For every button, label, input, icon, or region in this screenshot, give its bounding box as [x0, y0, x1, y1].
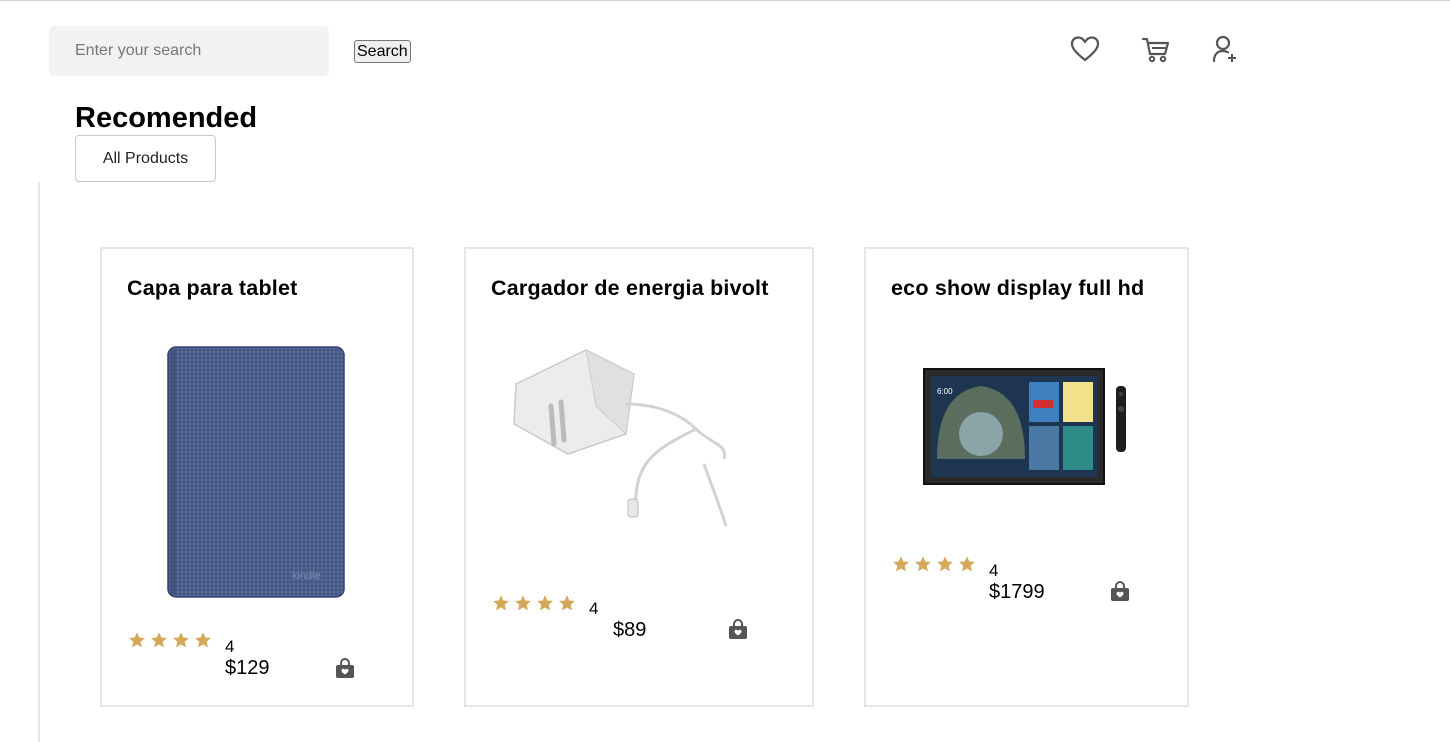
search-input[interactable]	[49, 26, 329, 76]
product-image-smart-display[interactable]: 6:00	[921, 364, 1146, 494]
product-card[interactable]: eco show display full hd 6:00 4 $1799	[864, 247, 1189, 707]
shopping-bag-icon[interactable]	[334, 657, 356, 679]
rating-stars	[128, 631, 212, 653]
star-icon	[937, 556, 953, 572]
star-icon	[129, 632, 145, 648]
rating-stars	[892, 555, 976, 577]
product-title[interactable]: eco show display full hd	[891, 276, 1144, 301]
heart-icon[interactable]	[1069, 33, 1101, 65]
svg-text:kindle: kindle	[292, 570, 321, 582]
product-card[interactable]: Capa para tablet kindle 4 $129	[100, 247, 414, 707]
product-title[interactable]: Cargador de energia bivolt	[491, 276, 769, 301]
rating-value: 4	[989, 561, 999, 580]
top-divider	[0, 0, 1450, 1]
shopping-bag-icon[interactable]	[727, 618, 749, 640]
section-heading: Recomended	[75, 102, 258, 134]
search-button[interactable]: Search	[354, 40, 411, 63]
star-icon	[959, 556, 975, 572]
side-divider	[38, 182, 40, 742]
star-icon	[893, 556, 909, 572]
cart-icon[interactable]	[1140, 33, 1172, 65]
star-icon	[537, 595, 553, 611]
product-card[interactable]: Cargador de energia bivolt 4 $89	[464, 247, 814, 707]
star-icon	[195, 632, 211, 648]
star-icon	[151, 632, 167, 648]
star-icon	[915, 556, 931, 572]
star-icon	[493, 595, 509, 611]
star-icon	[559, 595, 575, 611]
product-image-tablet-cover[interactable]: kindle	[157, 339, 363, 609]
product-price: $89	[613, 619, 647, 641]
star-icon	[515, 595, 531, 611]
shopping-bag-icon[interactable]	[1109, 580, 1131, 602]
all-products-filter-button[interactable]: All Products	[75, 135, 216, 182]
rating-value: 4	[589, 599, 599, 618]
rating-stars	[492, 594, 576, 616]
product-title[interactable]: Capa para tablet	[127, 276, 297, 301]
svg-text:6:00: 6:00	[937, 387, 953, 396]
product-price: $1799	[989, 581, 1045, 603]
rating-value: 4	[225, 637, 235, 656]
user-add-icon[interactable]	[1209, 33, 1241, 65]
product-image-power-adapter[interactable]	[506, 344, 736, 534]
star-icon	[173, 632, 189, 648]
product-price: $129	[225, 657, 270, 679]
